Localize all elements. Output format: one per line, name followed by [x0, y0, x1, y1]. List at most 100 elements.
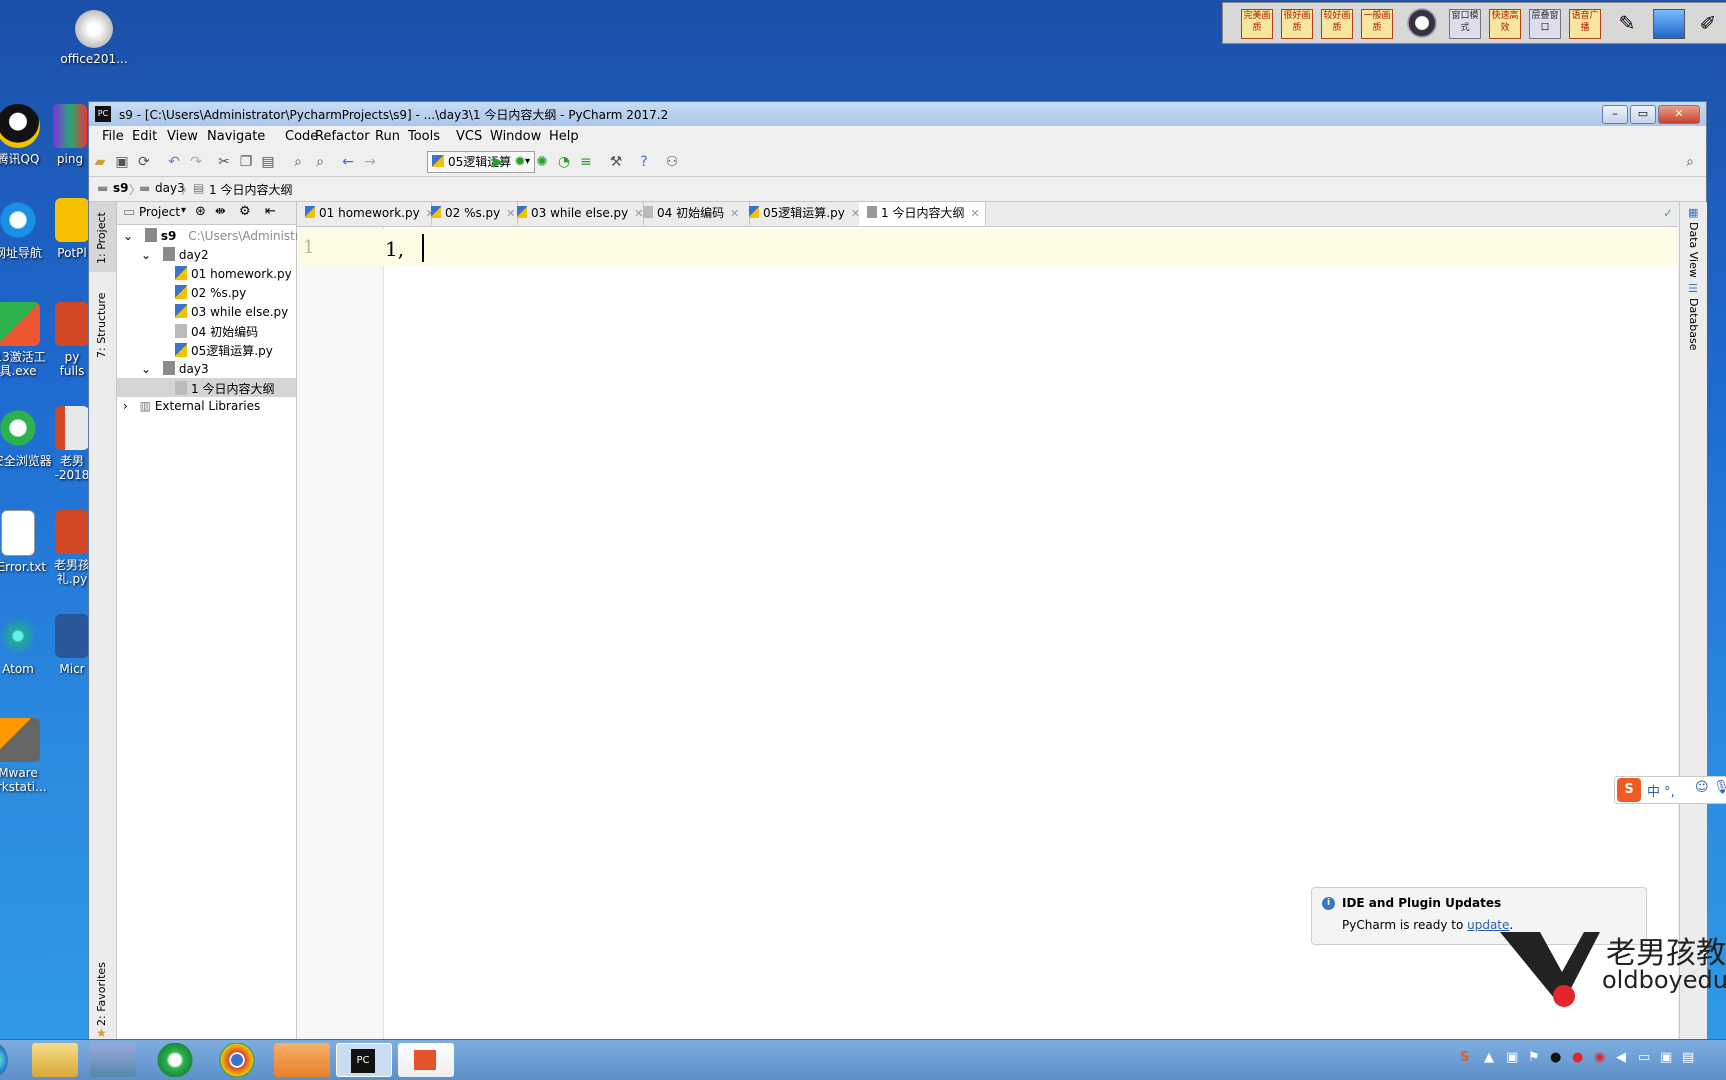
desktop-icon-ping[interactable]: ping: [50, 104, 90, 166]
help-icon[interactable]: ?: [635, 153, 653, 171]
menu-refactor[interactable]: Refactor: [315, 129, 370, 144]
vcs-icon[interactable]: ⚇: [663, 153, 681, 171]
pycharm-taskbar-icon[interactable]: PC: [336, 1043, 392, 1077]
database-tool-button[interactable]: ☰ Database: [1680, 282, 1707, 362]
undo-icon[interactable]: ↶: [165, 153, 183, 171]
paste-icon[interactable]: ▤: [259, 153, 277, 171]
menu-vcs[interactable]: VCS: [456, 129, 482, 144]
coverage-icon[interactable]: ✺: [533, 153, 551, 171]
project-view-select[interactable]: Project: [139, 205, 180, 219]
project-tool-button[interactable]: 1: Project: [89, 202, 116, 272]
run-icon[interactable]: ▶: [489, 153, 507, 171]
copy-icon[interactable]: ❐: [237, 153, 255, 171]
favorites-tool-button[interactable]: 2: Favorites ★: [89, 962, 116, 1040]
desktop-icon-activator[interactable]: -13激活工具.exe: [0, 302, 58, 378]
microphone-icon[interactable]: 🎙: [1713, 780, 1726, 795]
tree-file[interactable]: 01 homework.py: [175, 266, 292, 281]
monitor-tray-icon[interactable]: ▭: [1638, 1050, 1650, 1065]
tree-folder-day2[interactable]: ⌄ day2: [141, 247, 209, 262]
desktop-icon-word[interactable]: Micr: [52, 614, 92, 676]
tab-01-homework[interactable]: 01 homework.py✕: [297, 202, 435, 225]
stop-tray-icon[interactable]: ◉: [1594, 1050, 1605, 1065]
breadcrumb-file[interactable]: 1 今日内容大纲: [209, 181, 292, 198]
tree-folder-day3[interactable]: ⌄ day3: [141, 361, 209, 376]
emoji-icon[interactable]: ☺: [1695, 780, 1709, 795]
tree-file[interactable]: 03 while else.py: [175, 304, 288, 319]
hide-panel-icon[interactable]: ⇤: [265, 204, 276, 219]
quality-good-button[interactable]: 很好画质: [1281, 9, 1313, 39]
tree-file-selected[interactable]: 1 今日内容大纲: [175, 380, 274, 397]
close-button[interactable]: ✕: [1658, 105, 1700, 124]
file-explorer-icon[interactable]: [32, 1043, 78, 1077]
menu-view[interactable]: View: [167, 129, 198, 144]
desktop-icon-atom[interactable]: Atom: [0, 614, 58, 676]
desktop-icon-potplayer[interactable]: PotPl: [52, 198, 92, 260]
tab-05-logic[interactable]: 05逻辑运算.py ✕: [741, 202, 868, 225]
360-browser-taskbar-icon[interactable]: [152, 1043, 198, 1077]
tree-file[interactable]: 04 初始编码: [175, 323, 258, 340]
tree-file[interactable]: 02 %s.py: [175, 285, 246, 300]
cut-icon[interactable]: ✂: [215, 153, 233, 171]
title-bar[interactable]: PC s9 - [C:\Users\Administrator\PycharmP…: [89, 102, 1706, 126]
quality-normal-button[interactable]: 一般画质: [1361, 9, 1393, 39]
start-button[interactable]: [0, 1043, 8, 1077]
menu-navigate[interactable]: Navigate: [207, 129, 265, 144]
volume-icon[interactable]: ◀: [1616, 1050, 1626, 1065]
profile-icon[interactable]: ◔: [555, 153, 573, 171]
desktop-icon-browser-nav[interactable]: 网址导航: [0, 198, 58, 260]
sync-icon[interactable]: ⟳: [135, 153, 153, 171]
tab-active-outline[interactable]: 1 今日内容大纲 ✕: [859, 202, 986, 226]
record-tray-icon[interactable]: ●: [1572, 1050, 1583, 1065]
swap-screen-icon[interactable]: [1653, 9, 1685, 39]
desktop-icon-vmware[interactable]: Mware orkstati...: [0, 718, 58, 794]
breadcrumb-project[interactable]: s9: [113, 181, 129, 195]
voice-broadcast-button[interactable]: 语音广播: [1569, 9, 1601, 39]
tree-root[interactable]: ⌄ s9 C:\Users\Administrat: [123, 228, 312, 243]
data-view-tool-button[interactable]: ▦ Data View: [1680, 202, 1707, 278]
desktop-icon-ppt[interactable]: py fulls: [52, 302, 92, 378]
replace-icon[interactable]: ⌕: [311, 153, 329, 171]
media-player-icon[interactable]: [90, 1043, 136, 1077]
tray-icon[interactable]: ▲: [1484, 1050, 1494, 1065]
gear-icon[interactable]: ⚙: [239, 204, 251, 219]
menu-file[interactable]: File: [102, 129, 124, 144]
settings-wrench-icon[interactable]: ⚒: [607, 153, 625, 171]
menu-help[interactable]: Help: [549, 129, 579, 144]
close-tab-icon[interactable]: ✕: [970, 207, 979, 220]
sync-target-icon[interactable]: ⊛: [195, 204, 206, 219]
chrome-icon[interactable]: [214, 1043, 260, 1077]
find-icon[interactable]: ⌕: [289, 153, 307, 171]
tray-icon[interactable]: ▤: [1682, 1050, 1694, 1065]
minimize-button[interactable]: –: [1602, 105, 1628, 124]
tree-file[interactable]: 05逻辑运算.py: [175, 342, 273, 359]
fast-mode-button[interactable]: 快速高效: [1489, 9, 1521, 39]
menu-window[interactable]: Window: [490, 129, 541, 144]
quality-fine-button[interactable]: 较好画质: [1321, 9, 1353, 39]
open-folder-icon[interactable]: ▰: [91, 153, 109, 171]
quality-perfect-button[interactable]: 完美画质: [1241, 9, 1273, 39]
network-icon[interactable]: ▣: [1506, 1050, 1518, 1065]
desktop-icon-oldboy[interactable]: 老男 -2018: [52, 406, 92, 482]
maximize-button[interactable]: ▭: [1630, 105, 1656, 124]
code-line[interactable]: 1,: [385, 237, 404, 261]
pen-icon[interactable]: ✎: [1615, 9, 1639, 37]
cascade-window-button[interactable]: 层叠窗口: [1529, 9, 1561, 39]
search-everywhere-icon[interactable]: ⌕: [1681, 153, 1699, 171]
qq-tray-icon[interactable]: ●: [1550, 1050, 1561, 1065]
save-icon[interactable]: ▣: [113, 153, 131, 171]
desktop-icon-oldboy-py[interactable]: 老男孩礼.py: [52, 510, 92, 586]
concurrency-icon[interactable]: ≡: [577, 153, 595, 171]
toolbox-icon[interactable]: [274, 1043, 330, 1077]
tree-external-libraries[interactable]: › ▥ External Libraries: [123, 399, 260, 413]
menu-edit[interactable]: Edit: [132, 129, 157, 144]
forward-icon[interactable]: →: [361, 153, 379, 171]
tray-icon[interactable]: ⚑: [1528, 1050, 1540, 1065]
desktop-icon-error-txt[interactable]: 4Error.txt: [0, 510, 58, 574]
debug-icon[interactable]: ✹: [511, 153, 529, 171]
redo-icon[interactable]: ↷: [187, 153, 205, 171]
desktop-icon-office[interactable]: office201...: [54, 10, 134, 66]
record-dial-icon[interactable]: [1407, 8, 1437, 38]
structure-tool-button[interactable]: 7: Structure: [89, 282, 116, 362]
window-mode-button[interactable]: 窗口模式: [1449, 9, 1481, 39]
tab-02-s[interactable]: 02 %s.py ✕: [423, 202, 518, 225]
